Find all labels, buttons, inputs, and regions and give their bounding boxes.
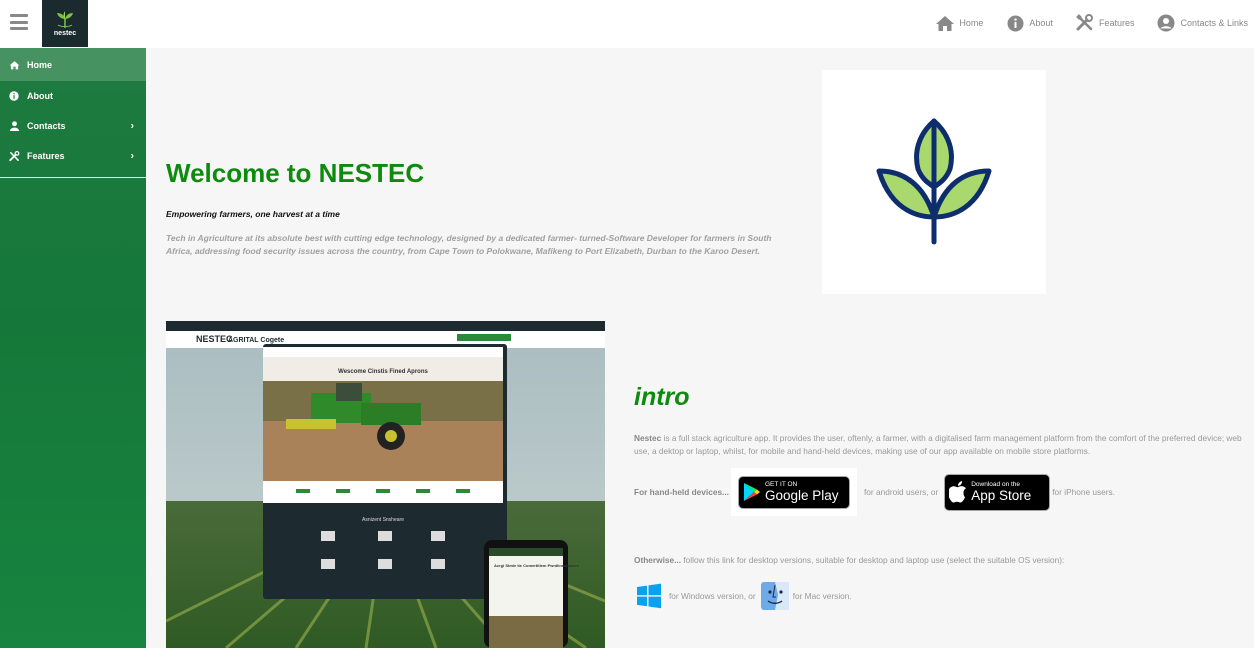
sidebar-item-label: Contacts bbox=[27, 121, 66, 131]
handheld-lead: For hand-held devices... bbox=[634, 487, 729, 497]
mockup-brand-sub: AGRITAL Cogete bbox=[228, 337, 284, 344]
tagline: Empowering farmers, one harvest at a tim… bbox=[166, 209, 340, 219]
hero-description: Tech in Agriculture at its absolute best… bbox=[166, 233, 772, 256]
mac-text: for Mac version. bbox=[792, 591, 852, 601]
sidebar-divider bbox=[0, 177, 146, 178]
topnav-contacts-label: Contacts & Links bbox=[1180, 18, 1248, 28]
sidebar-item-features[interactable]: Features › bbox=[0, 141, 146, 171]
iphone-text: for iPhone users. bbox=[1052, 487, 1115, 497]
sidebar-item-home[interactable]: Home bbox=[0, 48, 146, 81]
sidebar-item-label: About bbox=[27, 91, 53, 101]
otherwise-lead: Otherwise... bbox=[634, 555, 682, 565]
user-circle-icon bbox=[1156, 14, 1176, 32]
nestec-logo[interactable]: nestec bbox=[42, 0, 88, 47]
google-play-big: Google Play bbox=[764, 487, 839, 503]
mac-finder-icon[interactable] bbox=[760, 581, 790, 611]
chevron-right-icon: › bbox=[130, 120, 134, 132]
plant-sprout-icon bbox=[876, 118, 992, 245]
mockup-headline: Wescome Cinstis Fined Aprons bbox=[338, 369, 428, 375]
topnav-about[interactable]: About bbox=[1005, 14, 1053, 32]
intro-body: is a full stack agriculture app. It prov… bbox=[634, 433, 1242, 456]
app-store-big: App Store bbox=[971, 487, 1032, 503]
topnav-contacts[interactable]: Contacts & Links bbox=[1156, 14, 1248, 32]
windows-text: for Windows version, or bbox=[669, 591, 756, 601]
tools-icon bbox=[1075, 14, 1095, 32]
user-icon bbox=[8, 120, 20, 132]
mockup-section: Asnizent Snsheare bbox=[362, 517, 404, 523]
info-icon bbox=[1005, 14, 1025, 32]
website-mockup-image: NESTEC AGRITAL Cogete Wescome Cinstis Fi… bbox=[166, 321, 605, 648]
farm-mockup-illustration: NESTEC AGRITAL Cogete Wescome Cinstis Fi… bbox=[166, 321, 605, 648]
sidebar-item-about[interactable]: About bbox=[0, 81, 146, 111]
android-text: for android users, or bbox=[863, 487, 939, 497]
intro-lead: Nestec bbox=[634, 433, 662, 443]
leaf-logo-icon bbox=[57, 10, 73, 28]
intro-text: Nestec is a full stack agriculture app. … bbox=[634, 432, 1254, 458]
plant-illustration-card bbox=[822, 70, 1046, 294]
google-play-icon bbox=[739, 482, 765, 502]
logo-text: nestec bbox=[53, 29, 77, 37]
topnav-home[interactable]: Home bbox=[935, 14, 983, 32]
topnav-about-label: About bbox=[1029, 18, 1053, 28]
hamburger-menu-icon[interactable] bbox=[10, 14, 28, 30]
home-icon bbox=[8, 59, 20, 71]
mockup-phone-text: Acrgi Stmle tie Comertitlem Pwntlinnaluw… bbox=[494, 563, 580, 568]
desktop-downloads: for Windows version, or for Mac version. bbox=[634, 581, 852, 611]
otherwise-body: follow this link for desktop versions, s… bbox=[681, 555, 1065, 565]
top-bar: nestec Home About Features Contacts & Li… bbox=[0, 0, 1254, 48]
mobile-downloads: For hand-held devices... GET IT ON Googl… bbox=[634, 468, 1115, 516]
desktop-versions-text: Otherwise... follow this link for deskto… bbox=[634, 555, 1064, 565]
tools-icon bbox=[8, 150, 20, 162]
info-icon bbox=[8, 90, 20, 102]
home-icon bbox=[935, 14, 955, 32]
sidebar-item-label: Features bbox=[27, 151, 65, 161]
page-title: Welcome to NESTEC bbox=[166, 158, 425, 188]
apple-icon bbox=[945, 481, 971, 503]
app-store-button[interactable]: Download on the App Store bbox=[944, 473, 1051, 511]
topnav-home-label: Home bbox=[959, 18, 984, 28]
topnav-features-label: Features bbox=[1098, 18, 1135, 28]
topnav-features[interactable]: Features bbox=[1075, 14, 1135, 32]
chevron-right-icon: › bbox=[130, 150, 134, 162]
sidebar: Home About Contacts › Features › bbox=[0, 48, 146, 648]
top-nav: Home About Features Contacts & Links bbox=[935, 14, 1248, 32]
intro-heading: intro bbox=[634, 383, 690, 411]
sidebar-item-contacts[interactable]: Contacts › bbox=[0, 111, 146, 141]
google-play-button[interactable]: GET IT ON Google Play bbox=[730, 468, 857, 516]
sidebar-item-label: Home bbox=[27, 59, 53, 70]
windows-icon[interactable] bbox=[634, 581, 664, 611]
